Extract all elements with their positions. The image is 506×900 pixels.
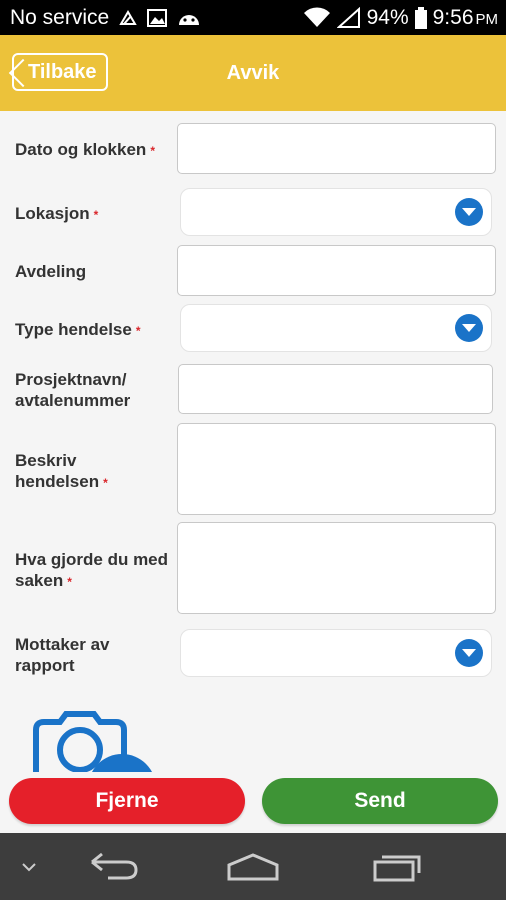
home-nav-button[interactable] bbox=[222, 833, 284, 900]
chevron-down-icon bbox=[455, 639, 483, 667]
action-textarea[interactable] bbox=[177, 522, 496, 614]
remove-button[interactable]: Fjerne bbox=[9, 778, 245, 824]
home-icon bbox=[227, 852, 279, 880]
wifi-icon bbox=[303, 6, 331, 29]
describe-textarea[interactable] bbox=[177, 423, 496, 515]
app-header: Tilbake Avvik bbox=[0, 35, 506, 111]
send-button[interactable]: Send bbox=[262, 778, 498, 824]
status-bar: No service 94% 9:56 PM bbox=[0, 0, 506, 35]
back-nav-button[interactable] bbox=[82, 833, 144, 900]
battery-percent: 94% bbox=[366, 5, 409, 29]
required-marker: * bbox=[103, 476, 108, 490]
camera-icon[interactable] bbox=[30, 710, 160, 772]
battery-icon bbox=[414, 6, 427, 29]
image-icon bbox=[147, 8, 168, 27]
required-marker: * bbox=[150, 144, 155, 158]
department-label: Avdeling bbox=[15, 262, 87, 281]
required-marker: * bbox=[67, 575, 72, 589]
required-marker: * bbox=[135, 324, 141, 338]
date-time-label: Dato og klokken * bbox=[15, 140, 155, 159]
recents-nav-button[interactable] bbox=[366, 833, 428, 900]
project-label: Prosjektnavn/avtalenummer bbox=[15, 370, 131, 410]
project-input[interactable] bbox=[178, 364, 493, 414]
clock: 9:56 PM bbox=[432, 5, 498, 29]
location-select[interactable] bbox=[180, 188, 492, 236]
chevron-down-icon bbox=[22, 862, 36, 871]
date-time-input[interactable] bbox=[177, 123, 496, 174]
event-type-select[interactable] bbox=[180, 304, 492, 352]
recipient-select[interactable] bbox=[180, 629, 492, 677]
recipient-label: Mottaker av rapport bbox=[15, 635, 110, 675]
hide-keyboard-button[interactable] bbox=[14, 833, 44, 900]
action-label: Hva gjorde du med saken * bbox=[15, 550, 169, 590]
android-icon bbox=[177, 9, 201, 27]
location-label: Lokasjon * bbox=[15, 204, 99, 223]
signal-icon bbox=[336, 6, 361, 29]
page-title: Avvik bbox=[226, 61, 280, 84]
recents-icon bbox=[373, 855, 421, 881]
department-input[interactable] bbox=[177, 245, 496, 296]
chevron-down-icon bbox=[455, 314, 483, 342]
event-type-label: Type hendelse * bbox=[15, 320, 141, 339]
required-marker: * bbox=[93, 208, 99, 222]
describe-label: Beskriv hendelsen * bbox=[15, 451, 108, 491]
recycle-icon bbox=[119, 9, 137, 26]
navigation-bar bbox=[0, 833, 506, 900]
back-nav-icon bbox=[91, 852, 138, 879]
chevron-down-icon bbox=[455, 198, 483, 226]
carrier-text: No service bbox=[10, 5, 110, 29]
